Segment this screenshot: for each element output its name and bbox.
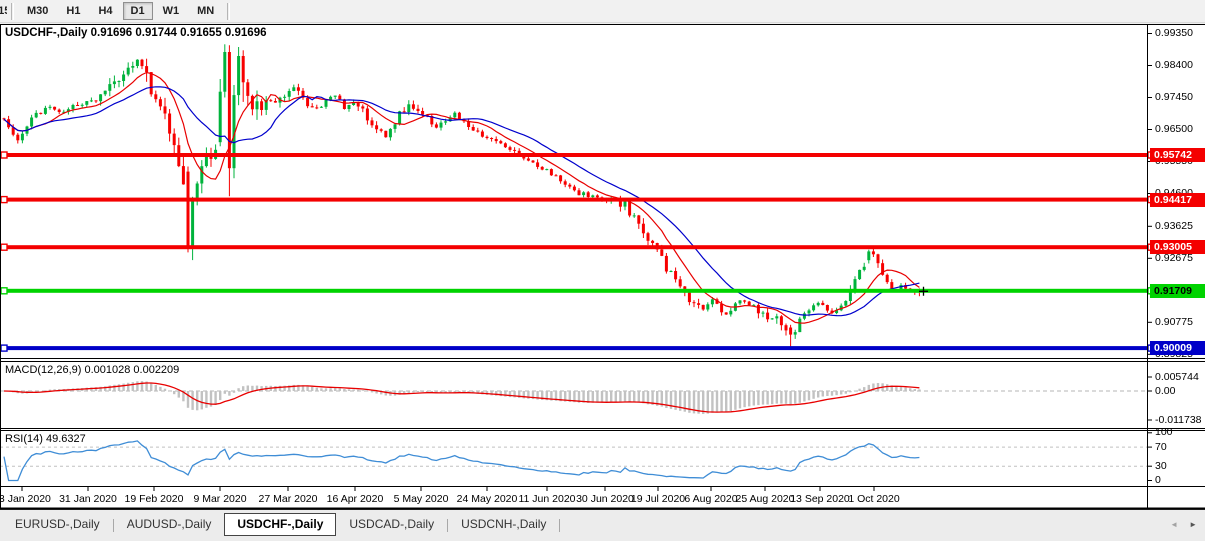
tab-scroll-arrows: ◄ ► — [1170, 521, 1197, 529]
tab-usdcad-daily[interactable]: USDCAD-,Daily — [336, 513, 447, 536]
tab-scroll-left-icon[interactable]: ◄ — [1170, 521, 1178, 529]
price-chart-canvas[interactable] — [0, 0, 1205, 509]
symbol-tab-bar: EURUSD-,Daily AUDUSD-,Daily USDCHF-,Dail… — [0, 509, 1205, 541]
tab-usdcnh-daily[interactable]: USDCNH-,Daily — [448, 513, 559, 536]
tab-scroll-right-icon[interactable]: ► — [1189, 521, 1197, 529]
tab-usdchf-daily[interactable]: USDCHF-,Daily — [224, 513, 336, 536]
mt4-window: M15 M30 H1 H4 D1 W1 MN USDCHF-,Daily 0.9… — [0, 0, 1205, 541]
tab-audusd-daily[interactable]: AUDUSD-,Daily — [114, 513, 225, 536]
tab-separator — [559, 519, 560, 532]
tab-eurusd-daily[interactable]: EURUSD-,Daily — [2, 513, 113, 536]
